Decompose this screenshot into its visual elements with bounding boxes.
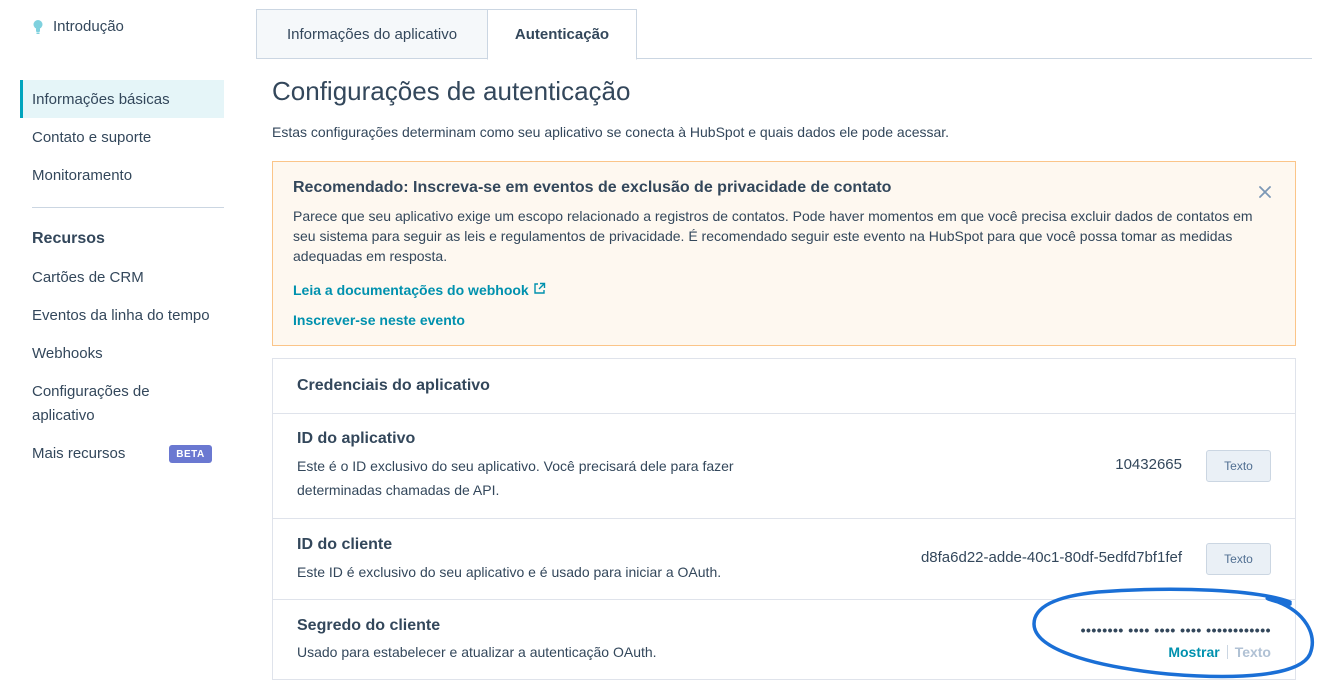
client-secret-row: Segredo do cliente Usado para estabelece… [273,600,1295,679]
privacy-alert: Recomendado: Inscreva-se em eventos de e… [272,161,1296,346]
sidebar-item-cartoes-crm[interactable]: Cartões de CRM [32,266,222,290]
app-id-row: ID do aplicativo Este é o ID exclusivo d… [273,414,1295,519]
app-id-title: ID do aplicativo [297,430,416,447]
action-separator [1226,645,1228,659]
show-secret-link[interactable]: Mostrar [1168,644,1219,660]
webhook-docs-link[interactable]: Leia a documentações do webhook [293,282,546,298]
tab-autenticacao[interactable]: Autenticação [487,9,637,60]
app-id-description: Este é o ID exclusivo do seu aplicativo.… [297,458,734,498]
sidebar-item-label: Informações básicas [32,90,170,108]
tab-bar: Informações do aplicativo Autenticação [256,9,1312,60]
sidebar-heading-recursos: Recursos [32,230,105,247]
sidebar-divider [32,207,224,208]
sidebar-item-eventos-linha-tempo[interactable]: Eventos da linha do tempo [32,304,222,328]
close-icon[interactable] [1257,184,1273,200]
webhook-docs-link-label: Leia a documentações do webhook [293,282,529,298]
sidebar: Introdução Informações básicas Contato e… [0,0,240,686]
credentials-header: Credenciais do aplicativo [273,359,1295,414]
alert-body: Parece que seu aplicativo exige um escop… [293,208,1253,264]
sidebar-item-webhooks[interactable]: Webhooks [32,342,222,366]
sidebar-item-monitoramento[interactable]: Monitoramento [20,156,224,194]
sidebar-item-introducao[interactable]: Introdução [32,18,124,35]
subscribe-event-link[interactable]: Inscrever-se neste evento [293,312,465,328]
app-id-value: 10432665 [1115,456,1182,473]
client-secret-masked-value: •••••••• •••• •••• •••• •••••••••••• [1080,622,1271,638]
client-secret-description: Usado para estabelecer e atualizar a aut… [297,644,657,660]
credentials-card: Credenciais do aplicativo ID do aplicati… [272,358,1296,680]
sidebar-item-label: Introdução [53,18,124,35]
sidebar-item-label: Monitoramento [32,166,133,184]
client-id-description: Este ID é exclusivo do seu aplicativo e … [297,564,722,580]
sidebar-item-label: Contato e suporte [32,128,152,146]
sidebar-item-contato-suporte[interactable]: Contato e suporte [20,118,224,156]
page-subtitle: Estas configurações determinam como seu … [272,124,950,140]
external-link-icon [529,282,546,298]
sidebar-item-configuracoes-aplicativo[interactable]: Configurações de aplicativo [32,380,172,428]
page-title: Configurações de autenticação [272,76,631,106]
sidebar-item-informacoes-basicas[interactable]: Informações básicas [20,80,224,118]
tab-informacoes-aplicativo[interactable]: Informações do aplicativo [256,9,488,59]
alert-title: Recomendado: Inscreva-se em eventos de e… [293,179,892,196]
client-id-value: d8fa6d22-adde-40c1-80df-5edfd7bf1fef [920,549,1182,566]
client-id-row: ID do cliente Este ID é exclusivo do seu… [273,519,1295,600]
lightbulb-icon [32,19,44,35]
copy-app-id-button[interactable]: Texto [1206,450,1271,482]
client-id-title: ID do cliente [297,536,393,553]
copy-client-id-button[interactable]: Texto [1206,543,1271,575]
client-secret-title: Segredo do cliente [297,617,441,634]
client-secret-actions: Mostrar Texto [1168,644,1271,660]
credentials-heading: Credenciais do aplicativo [297,377,490,394]
beta-badge: BETA [169,445,212,463]
copy-secret-link: Texto [1234,644,1271,660]
